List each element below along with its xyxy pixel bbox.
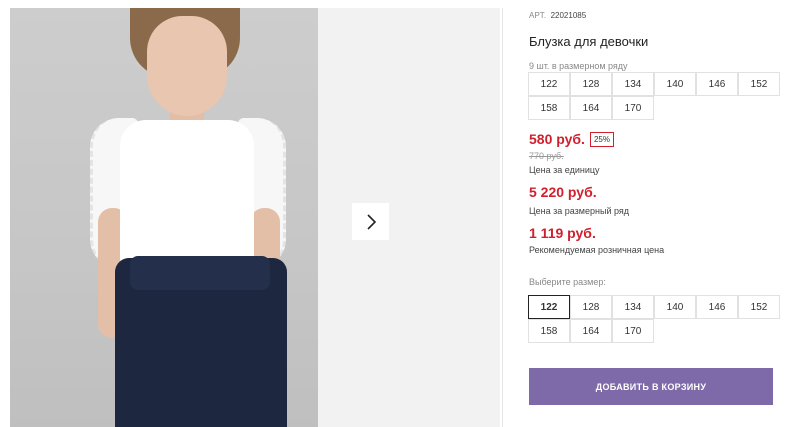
choose-size-label: Выберите размер: xyxy=(529,277,606,287)
size-selector: 122 128 134 140 146 152 158 164 170 xyxy=(528,295,780,344)
size-option-158[interactable]: 158 xyxy=(528,319,570,343)
size-option-140[interactable]: 140 xyxy=(654,295,696,319)
unit-price-caption: Цена за единицу xyxy=(529,165,600,175)
pack-size-cell: 146 xyxy=(696,72,738,96)
pack-size-cell: 158 xyxy=(528,96,570,120)
gallery-next-button[interactable] xyxy=(352,203,389,240)
sku-value: 22021085 xyxy=(550,11,587,20)
product-gallery xyxy=(10,8,500,427)
sku: АРТ. 22021085 xyxy=(529,11,586,20)
pack-size-cell: 170 xyxy=(612,96,654,120)
pack-size-cell: 140 xyxy=(654,72,696,96)
product-title: Блузка для девочки xyxy=(529,34,649,49)
size-option-134[interactable]: 134 xyxy=(612,295,654,319)
pack-note: 9 шт. в размерном ряду xyxy=(529,61,628,71)
old-price: 770 руб. xyxy=(529,151,564,161)
size-option-122[interactable]: 122 xyxy=(528,295,570,319)
add-to-cart-button[interactable]: ДОБАВИТЬ В КОРЗИНУ xyxy=(529,368,773,405)
pack-price: 5 220 руб. xyxy=(529,184,597,200)
size-option-128[interactable]: 128 xyxy=(570,295,612,319)
chevron-right-icon xyxy=(366,213,376,230)
pack-size-grid: 122 128 134 140 146 152 158 164 170 xyxy=(528,72,780,121)
sku-label: АРТ. xyxy=(529,11,547,20)
unit-price: 580 руб. xyxy=(529,131,585,147)
discount-badge: 25% xyxy=(589,131,614,147)
panel-divider xyxy=(502,8,503,427)
pack-size-cell: 128 xyxy=(570,72,612,96)
size-option-146[interactable]: 146 xyxy=(696,295,738,319)
size-option-164[interactable]: 164 xyxy=(570,319,612,343)
size-option-170[interactable]: 170 xyxy=(612,319,654,343)
product-photo xyxy=(10,8,318,427)
price-row: 580 руб. 25% xyxy=(529,131,614,147)
pack-size-cell: 164 xyxy=(570,96,612,120)
retail-price: 1 119 руб. xyxy=(529,225,596,241)
pack-size-cell: 152 xyxy=(738,72,780,96)
pack-size-cell: 122 xyxy=(528,72,570,96)
retail-price-caption: Рекомендуемая розничная цена xyxy=(529,245,665,255)
pack-price-caption: Цена за размерный ряд xyxy=(529,206,630,216)
size-option-152[interactable]: 152 xyxy=(738,295,780,319)
pack-size-cell: 134 xyxy=(612,72,654,96)
